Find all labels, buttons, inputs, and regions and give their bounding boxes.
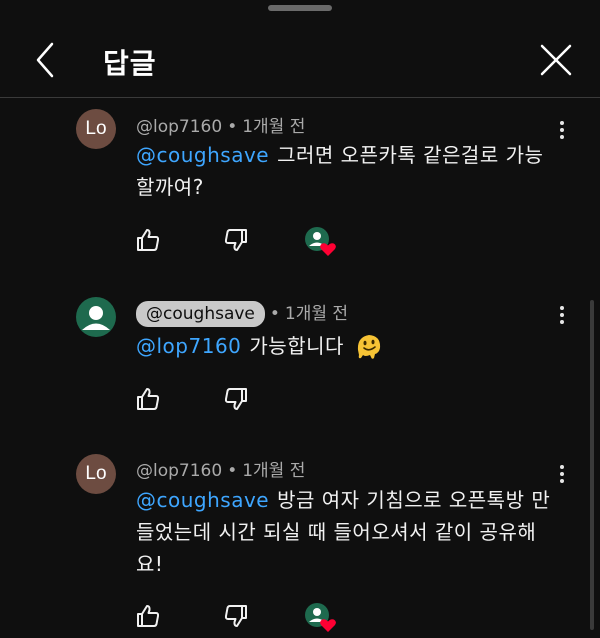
- dislike-icon[interactable]: [222, 385, 250, 413]
- comment-body: @lop7160 가능합니다: [136, 330, 556, 362]
- more-options-icon[interactable]: [552, 303, 572, 329]
- avatar[interactable]: [76, 297, 116, 337]
- separator: •: [227, 461, 238, 481]
- comment-body: @coughsave 방금 여자 기침으로 오픈톡방 만들었는데 시간 되실 때 …: [136, 484, 556, 580]
- creator-heart-icon: [304, 602, 336, 632]
- mention-link[interactable]: @lop7160: [136, 334, 241, 358]
- comment-meta: @lop7160 • 1개월 전: [136, 456, 305, 481]
- close-icon[interactable]: [536, 40, 576, 80]
- replies-header: 답글: [0, 0, 600, 98]
- like-icon[interactable]: [134, 226, 162, 254]
- avatar[interactable]: Lo: [76, 109, 116, 149]
- like-icon[interactable]: [134, 602, 162, 630]
- mention-link[interactable]: @coughsave: [136, 143, 269, 167]
- melting-face-emoji-icon: [357, 335, 380, 359]
- author-name[interactable]: @lop7160: [136, 461, 222, 481]
- timestamp: 1개월 전: [242, 117, 306, 137]
- like-icon[interactable]: [134, 385, 162, 413]
- separator: •: [227, 117, 238, 137]
- chevron-left-icon[interactable]: [28, 40, 64, 80]
- avatar[interactable]: Lo: [76, 454, 116, 494]
- comment-body: @coughsave 그러면 오픈카톡 같은걸로 가능할까여?: [136, 139, 556, 203]
- dislike-icon[interactable]: [222, 226, 250, 254]
- page-title: 답글: [103, 47, 157, 80]
- mention-link[interactable]: @coughsave: [136, 488, 269, 512]
- author-name[interactable]: @lop7160: [136, 117, 222, 137]
- creator-heart-icon: [304, 226, 336, 256]
- owner-author-chip[interactable]: @coughsave: [136, 301, 265, 327]
- timestamp: 1개월 전: [242, 461, 306, 481]
- timestamp: 1개월 전: [284, 304, 349, 324]
- scrollbar[interactable]: [590, 300, 594, 630]
- dislike-icon[interactable]: [222, 602, 250, 630]
- comment-meta: @coughsave • 1개월 전: [136, 299, 349, 327]
- comment-meta: @lop7160 • 1개월 전: [136, 112, 305, 137]
- user-icon: [82, 306, 110, 330]
- comment-text: 가능합니다: [249, 334, 344, 358]
- separator: •: [269, 304, 280, 324]
